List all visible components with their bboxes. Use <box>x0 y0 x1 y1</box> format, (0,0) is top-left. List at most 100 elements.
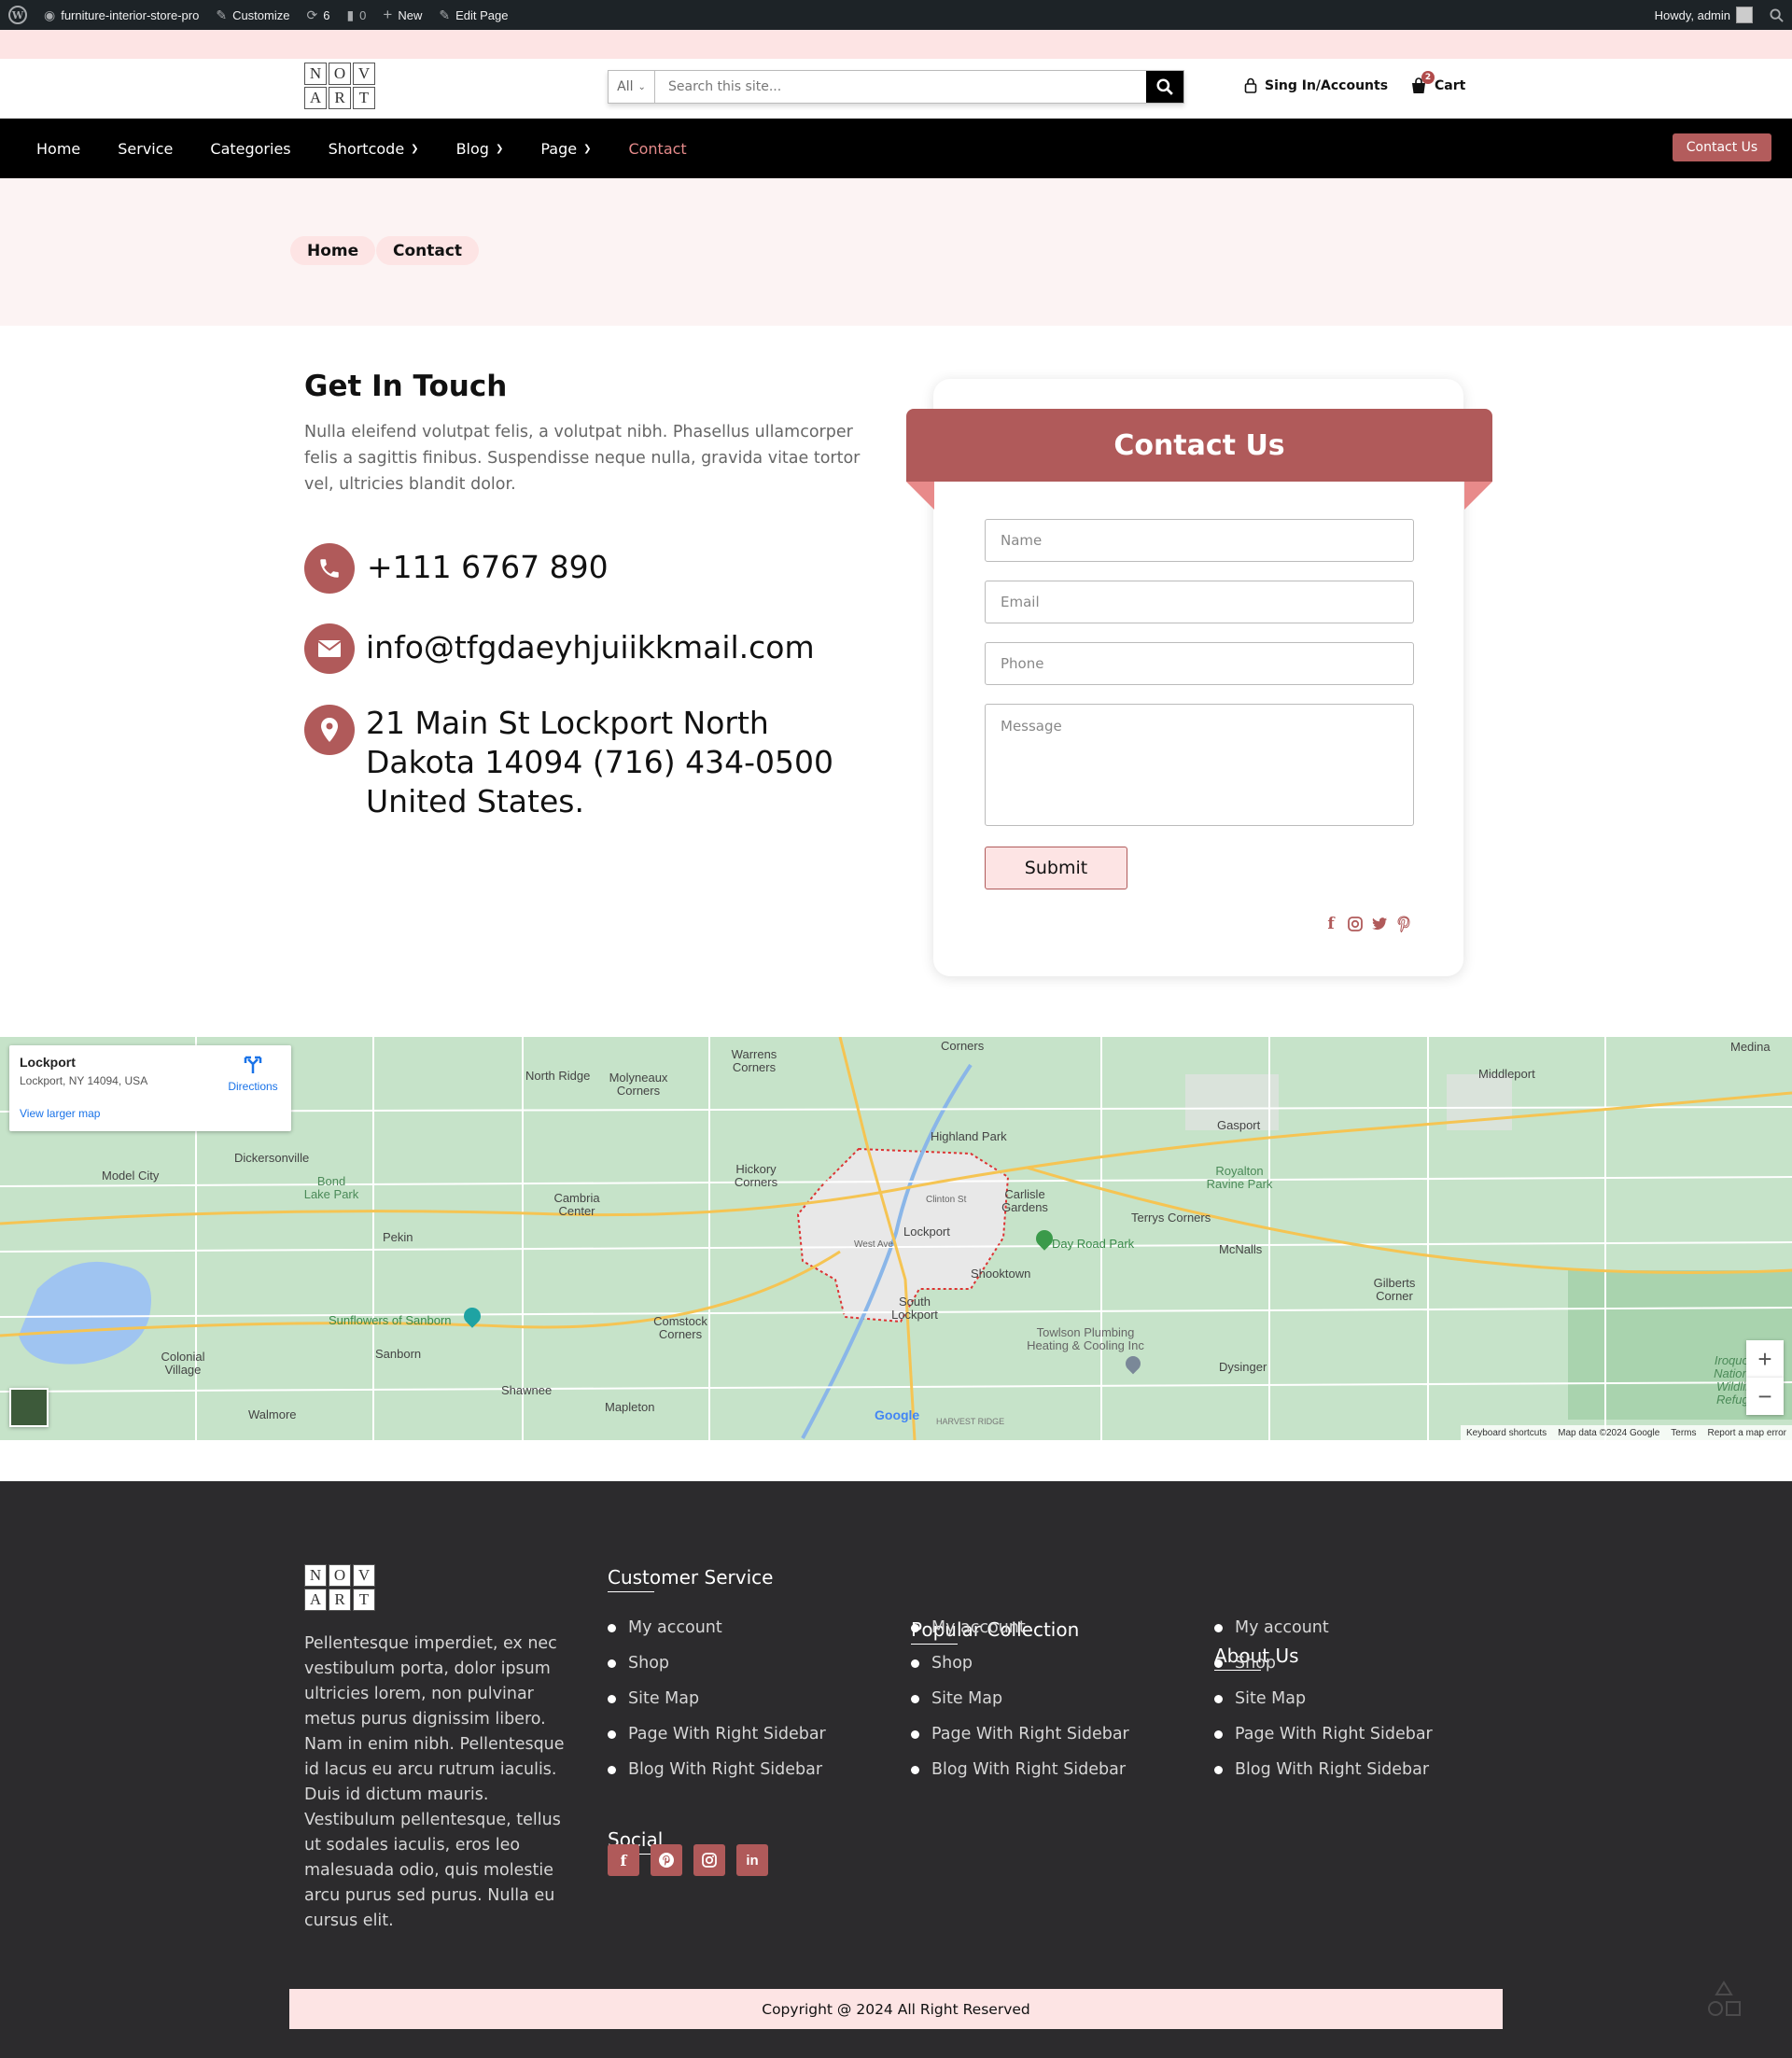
footer-link[interactable]: Site Map <box>608 1681 826 1716</box>
bullet-icon <box>608 1729 616 1739</box>
map-place-name: Lockport <box>20 1055 76 1070</box>
map-data-label: Map data ©2024 Google <box>1558 1427 1660 1438</box>
footer-link[interactable]: My account <box>608 1610 826 1645</box>
submit-button[interactable]: Submit <box>985 847 1127 889</box>
logo-letter: O <box>329 1564 351 1587</box>
footer-link[interactable]: Blog With Right Sidebar <box>608 1752 826 1787</box>
footer-link[interactable]: Shop <box>1214 1645 1433 1681</box>
footer-link[interactable]: Blog With Right Sidebar <box>911 1752 1129 1787</box>
satellite-toggle-button[interactable] <box>9 1388 49 1427</box>
search-icon <box>1156 78 1173 95</box>
search-submit-button[interactable] <box>1146 71 1183 103</box>
footer-links-about-us: My account Shop Site Map Page With Right… <box>1214 1610 1433 1787</box>
search-input[interactable] <box>655 71 1146 103</box>
comments-link[interactable]: ▮ 0 <box>338 0 374 30</box>
cart-icon-wrap: 2 <box>1410 71 1435 94</box>
new-content-link[interactable]: + New <box>374 0 430 30</box>
site-name-link[interactable]: ◉ furniture-interior-store-pro <box>35 0 207 30</box>
footer-link-label: Site Map <box>931 1689 1003 1708</box>
footer-link[interactable]: My account <box>911 1610 1129 1645</box>
name-field[interactable] <box>985 519 1414 562</box>
search-category-select[interactable]: All ⌄ <box>609 71 655 103</box>
nav-item-contact[interactable]: Contact <box>628 140 686 158</box>
chevron-down-icon: ⌄ <box>637 81 646 92</box>
footer-link[interactable]: Shop <box>608 1645 826 1681</box>
breadcrumb-home[interactable]: Home <box>290 236 376 265</box>
wordpress-logo-button[interactable]: W <box>0 0 35 30</box>
copyright-bar: Copyright @ 2024 All Right Reserved <box>289 1989 1503 2029</box>
footer-link[interactable]: Site Map <box>1214 1681 1433 1716</box>
pencil-icon: ✎ <box>439 7 451 22</box>
message-field[interactable] <box>985 704 1414 826</box>
view-larger-map-link[interactable]: View larger map <box>20 1107 100 1120</box>
sign-in-label: Sing In/Accounts <box>1265 77 1389 93</box>
instagram-icon[interactable] <box>1346 915 1365 933</box>
nav-item-categories[interactable]: Categories <box>210 140 290 158</box>
scroll-top-button[interactable] <box>1706 1981 1742 2023</box>
cart-link[interactable]: 2 Cart <box>1410 71 1466 94</box>
map-label: Shooktown <box>971 1267 1031 1281</box>
nav-item-blog[interactable]: Blog ❯ <box>456 140 504 158</box>
contact-email[interactable]: info@tfgdaeyhjuiikkmail.com <box>366 628 815 667</box>
footer-link[interactable]: Blog With Right Sidebar <box>1214 1752 1433 1787</box>
footer-link[interactable]: Page With Right Sidebar <box>1214 1716 1433 1752</box>
zoom-out-button[interactable]: − <box>1746 1378 1784 1415</box>
zoom-in-button[interactable]: + <box>1746 1340 1784 1378</box>
sign-in-link[interactable]: Sing In/Accounts <box>1244 77 1388 93</box>
comment-icon: ▮ <box>346 7 355 22</box>
directions-button[interactable]: Directions <box>222 1055 284 1093</box>
nav-item-page[interactable]: Page ❯ <box>540 140 591 158</box>
footer-link[interactable]: My account <box>1214 1610 1433 1645</box>
footer-link-label: Shop <box>1235 1654 1277 1673</box>
footer-logo[interactable]: N O V A R T <box>304 1564 375 1611</box>
customize-link[interactable]: ✎ Customize <box>207 0 298 30</box>
footer-link[interactable]: Page With Right Sidebar <box>911 1716 1129 1752</box>
phone-field[interactable] <box>985 642 1414 685</box>
edit-page-link[interactable]: ✎ Edit Page <box>430 0 516 30</box>
cart-label: Cart <box>1435 78 1466 93</box>
envelope-icon <box>304 623 355 674</box>
notice-strip <box>0 30 1792 59</box>
map-label: Colonial Village <box>161 1350 205 1377</box>
map-label: Model City <box>102 1169 160 1183</box>
minus-icon: − <box>1757 1381 1772 1410</box>
facebook-icon[interactable]: f <box>608 1844 639 1876</box>
facebook-icon[interactable]: f <box>1322 915 1340 933</box>
logo-letter: V <box>353 63 375 85</box>
pinterest-icon[interactable] <box>1394 915 1413 933</box>
customize-label: Customize <box>232 7 290 22</box>
terms-link[interactable]: Terms <box>1671 1428 1696 1438</box>
nav-label: Service <box>118 139 174 158</box>
map-label: Middleport <box>1478 1067 1535 1081</box>
my-account-link[interactable]: Howdy, admin <box>1646 0 1761 30</box>
twitter-icon[interactable] <box>1370 915 1389 933</box>
updates-link[interactable]: ⟳ 6 <box>298 0 338 30</box>
email-field[interactable] <box>985 581 1414 623</box>
contact-phone[interactable]: +111 6767 890 <box>367 548 609 587</box>
search-icon <box>1770 7 1784 22</box>
footer-link[interactable]: Site Map <box>911 1681 1129 1716</box>
lock-icon <box>1244 77 1257 93</box>
report-map-error-link[interactable]: Report a map error <box>1708 1428 1786 1438</box>
bullet-icon <box>1214 1623 1223 1632</box>
pinterest-icon[interactable] <box>651 1844 682 1876</box>
map-place-address: Lockport, NY 14094, USA <box>20 1074 148 1087</box>
instagram-icon[interactable] <box>693 1844 725 1876</box>
footer-link-label: Blog With Right Sidebar <box>1235 1760 1430 1779</box>
chevron-down-icon: ❯ <box>495 143 504 154</box>
map-label: Highland Park <box>931 1129 1007 1143</box>
site-logo[interactable]: N O V A R T <box>304 63 375 109</box>
nav-item-shortcode[interactable]: Shortcode ❯ <box>329 140 419 158</box>
ribbon-fold-left <box>906 482 934 510</box>
footer-link-label: Site Map <box>1235 1689 1307 1708</box>
wordpress-icon: W <box>8 6 27 24</box>
plus-icon: + <box>383 6 393 23</box>
footer-link[interactable]: Shop <box>911 1645 1129 1681</box>
admin-search-button[interactable] <box>1761 0 1792 30</box>
footer-link[interactable]: Page With Right Sidebar <box>608 1716 826 1752</box>
nav-item-home[interactable]: Home <box>36 140 80 158</box>
linkedin-icon[interactable]: in <box>736 1844 768 1876</box>
keyboard-shortcuts-link[interactable]: Keyboard shortcuts <box>1466 1428 1547 1438</box>
nav-item-service[interactable]: Service <box>118 140 173 158</box>
nav-contact-us-button[interactable]: Contact Us <box>1673 133 1771 161</box>
